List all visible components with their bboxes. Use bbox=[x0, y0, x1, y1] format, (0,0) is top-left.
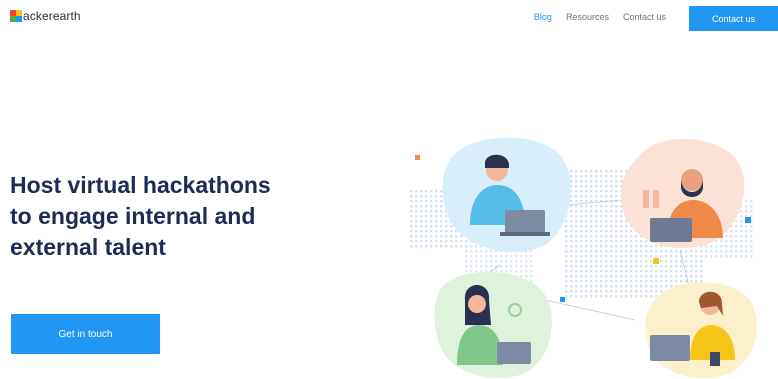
header-cta-button[interactable]: Contact us bbox=[689, 6, 778, 31]
headline-line-2: to engage internal and bbox=[10, 203, 256, 229]
hero-headline: Host virtual hackathons to engage intern… bbox=[10, 170, 340, 263]
top-nav: Blog Resources Contact us bbox=[534, 12, 666, 22]
logo[interactable]: ackerearth bbox=[10, 9, 81, 23]
site-header: ackerearth Blog Resources Contact us Con… bbox=[0, 0, 778, 34]
person-yellow-illustration bbox=[645, 282, 757, 379]
get-in-touch-button[interactable]: Get in touch bbox=[11, 314, 160, 354]
headline-line-3: external talent bbox=[10, 234, 166, 260]
logo-mark-icon bbox=[10, 10, 22, 22]
headline-line-1: Host virtual hackathons bbox=[10, 172, 271, 198]
hero-illustration bbox=[410, 137, 757, 379]
person-green-illustration bbox=[434, 271, 552, 379]
nav-link-contact[interactable]: Contact us bbox=[623, 12, 666, 22]
logo-text: ackerearth bbox=[23, 9, 81, 23]
nav-link-blog[interactable]: Blog bbox=[534, 12, 552, 22]
nav-link-resources[interactable]: Resources bbox=[566, 12, 609, 22]
